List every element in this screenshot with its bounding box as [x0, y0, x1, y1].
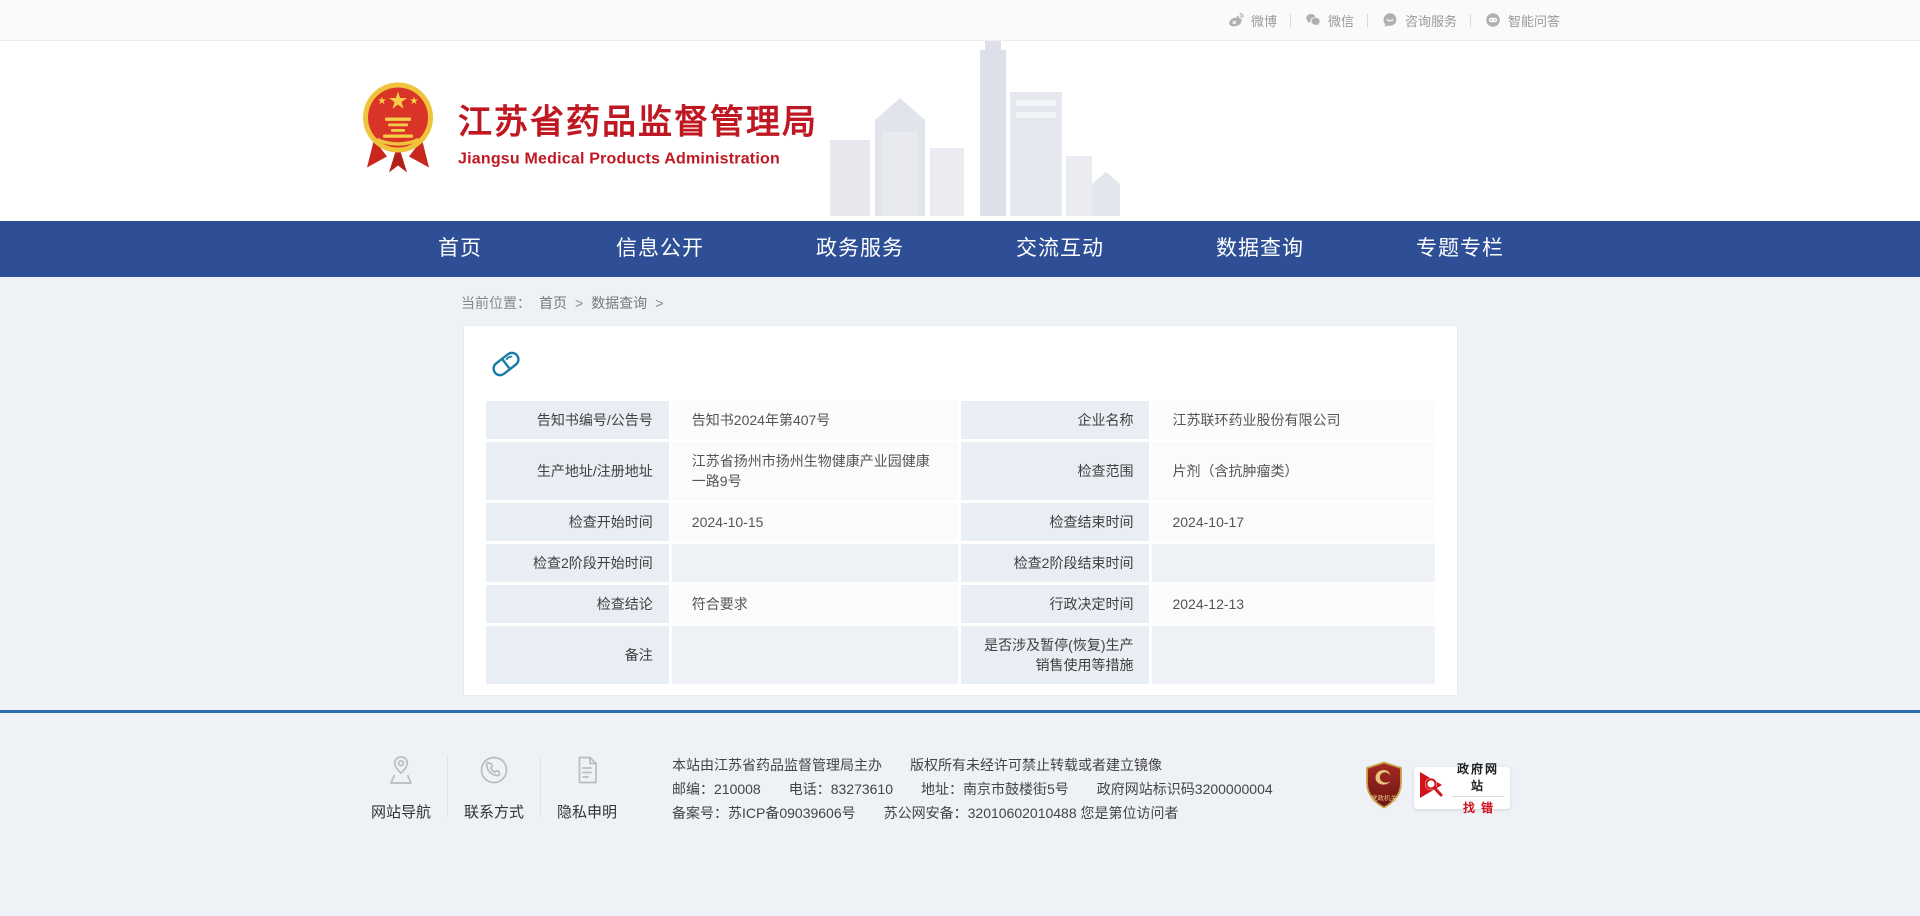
- footer-divider: [540, 755, 541, 817]
- field-value: [672, 544, 959, 582]
- qa-robot-icon: [1484, 11, 1502, 29]
- masthead: 江苏省药品监督管理局 Jiangsu Medical Products Admi…: [0, 41, 1920, 221]
- table-row: 备注 是否涉及暂停(恢复)生产销售使用等措施: [486, 626, 1435, 684]
- phone-icon: [461, 753, 527, 787]
- field-label: 生产地址/注册地址: [486, 442, 669, 500]
- field-value: 片剂（含抗肿瘤类）: [1152, 442, 1434, 500]
- footer-link-label: 联系方式: [461, 801, 527, 822]
- party-shield-label: 党政机关: [1371, 793, 1398, 802]
- footer-link-sitemap[interactable]: 网站导航: [368, 753, 434, 822]
- inspection-detail-card: 告知书编号/公告号 告知书2024年第407号 企业名称 江苏联环药业股份有限公…: [463, 325, 1458, 696]
- table-row: 检查开始时间 2024-10-15 检查结束时间 2024-10-17: [486, 503, 1435, 541]
- inspection-detail-table: 告知书编号/公告号 告知书2024年第407号 企业名称 江苏联环药业股份有限公…: [483, 398, 1438, 687]
- site-title: 江苏省药品监督管理局: [458, 94, 818, 143]
- party-gov-shield-badge[interactable]: 党政机关: [1364, 761, 1404, 814]
- gov-site-error-report-badge[interactable]: 政府网站 找错: [1414, 767, 1510, 809]
- footer-line-contact: 邮编：210008 电话：83273610 地址：南京市鼓楼街5号 政府网站标识…: [672, 777, 1273, 801]
- smart-qa-label: 智能问答: [1508, 11, 1560, 30]
- topbar: 微博 微信 咨询服务 智能问答: [0, 0, 1920, 41]
- consult-service-label: 咨询服务: [1405, 11, 1457, 30]
- breadcrumb: 当前位置： 首页 > 数据查询 >: [360, 277, 1560, 325]
- field-value: 江苏省扬州市扬州生物健康产业园健康一路9号: [672, 442, 959, 500]
- breadcrumb-data-query-link[interactable]: 数据查询: [591, 293, 647, 313]
- field-label: 检查2阶段结束时间: [961, 544, 1149, 582]
- wechat-link[interactable]: 微信: [1304, 11, 1354, 30]
- breadcrumb-separator: >: [655, 295, 663, 311]
- field-label: 检查结论: [486, 585, 669, 623]
- consult-bubble-icon: [1381, 11, 1399, 29]
- nav-item-home[interactable]: 首页: [360, 221, 560, 277]
- national-emblem-logo: [360, 80, 436, 183]
- finderr-top-label: 政府网站: [1452, 760, 1504, 797]
- main-content: 告知书编号/公告号 告知书2024年第407号 企业名称 江苏联环药业股份有限公…: [0, 325, 1920, 696]
- field-label: 检查开始时间: [486, 503, 669, 541]
- breadcrumb-prefix: 当前位置：: [461, 293, 531, 313]
- field-label: 企业名称: [961, 401, 1149, 439]
- city-skyline-watermark: [830, 41, 1120, 221]
- field-value: 江苏联环药业股份有限公司: [1152, 401, 1434, 439]
- site-subtitle: Jiangsu Medical Products Administration: [458, 150, 818, 168]
- field-label: 备注: [486, 626, 669, 684]
- field-value: 2024-10-15: [672, 503, 959, 541]
- footer-line-icp: 备案号：苏ICP备09039606号 苏公网安备：32010602010488 …: [672, 801, 1273, 825]
- site-brand[interactable]: 江苏省药品监督管理局 Jiangsu Medical Products Admi…: [360, 80, 818, 183]
- footer-line-host: 本站由江苏省药品监督管理局主办 版权所有未经许可禁止转载或者建立镜像: [672, 753, 1273, 777]
- wechat-icon: [1304, 11, 1322, 29]
- field-label: 检查2阶段开始时间: [486, 544, 669, 582]
- nav-item-info-disclosure[interactable]: 信息公开: [560, 221, 760, 277]
- table-row: 告知书编号/公告号 告知书2024年第407号 企业名称 江苏联环药业股份有限公…: [486, 401, 1435, 439]
- field-label: 检查范围: [961, 442, 1149, 500]
- footer: 网站导航 联系方式 隐私申明 本站由江苏省药品监督管理局主办 版权所有未经许可禁…: [0, 710, 1920, 825]
- footer-quick-links: 网站导航 联系方式 隐私申明: [368, 753, 620, 822]
- field-value: 2024-10-17: [1152, 503, 1434, 541]
- nav-item-data-query[interactable]: 数据查询: [1160, 221, 1360, 277]
- footer-badges: 党政机关 政府网站 找错: [1364, 761, 1510, 814]
- field-value: 2024-12-13: [1152, 585, 1434, 623]
- finderr-text: 政府网站 找错: [1452, 760, 1504, 816]
- footer-divider: [447, 755, 448, 817]
- weibo-icon: [1227, 11, 1245, 29]
- finderr-bottom-label: 找错: [1452, 797, 1504, 816]
- nav-item-special-columns[interactable]: 专题专栏: [1360, 221, 1560, 277]
- field-label: 是否涉及暂停(恢复)生产销售使用等措施: [961, 626, 1149, 684]
- smart-qa-link[interactable]: 智能问答: [1484, 11, 1560, 30]
- field-value: 符合要求: [672, 585, 959, 623]
- table-row: 检查2阶段开始时间 检查2阶段结束时间: [486, 544, 1435, 582]
- wechat-label: 微信: [1328, 11, 1354, 30]
- field-value: [672, 626, 959, 684]
- topbar-divider: [1470, 14, 1471, 27]
- footer-info-text: 本站由江苏省药品监督管理局主办 版权所有未经许可禁止转载或者建立镜像 邮编：21…: [672, 753, 1273, 825]
- weibo-link[interactable]: 微博: [1227, 11, 1277, 30]
- field-value: [1152, 626, 1434, 684]
- topbar-divider: [1367, 14, 1368, 27]
- map-pin-icon: [368, 753, 434, 787]
- brand-text: 江苏省药品监督管理局 Jiangsu Medical Products Admi…: [458, 94, 818, 168]
- finderr-magnifier-icon: [1418, 769, 1448, 806]
- nav-item-interaction[interactable]: 交流互动: [960, 221, 1160, 277]
- consult-service-link[interactable]: 咨询服务: [1381, 11, 1457, 30]
- breadcrumb-separator: >: [575, 295, 583, 311]
- weibo-label: 微博: [1251, 11, 1277, 30]
- topbar-divider: [1290, 14, 1291, 27]
- privacy-doc-icon: [554, 753, 620, 787]
- footer-link-contact[interactable]: 联系方式: [461, 753, 527, 822]
- footer-link-label: 网站导航: [368, 801, 434, 822]
- field-label: 告知书编号/公告号: [486, 401, 669, 439]
- field-value: [1152, 544, 1434, 582]
- table-row: 生产地址/注册地址 江苏省扬州市扬州生物健康产业园健康一路9号 检查范围 片剂（…: [486, 442, 1435, 500]
- breadcrumb-home-link[interactable]: 首页: [539, 293, 567, 313]
- nav-item-gov-services[interactable]: 政务服务: [760, 221, 960, 277]
- field-label: 检查结束时间: [961, 503, 1149, 541]
- field-label: 行政决定时间: [961, 585, 1149, 623]
- main-navigation: 首页 信息公开 政务服务 交流互动 数据查询 专题专栏: [0, 221, 1920, 277]
- table-row: 检查结论 符合要求 行政决定时间 2024-12-13: [486, 585, 1435, 623]
- footer-link-label: 隐私申明: [554, 801, 620, 822]
- footer-link-privacy[interactable]: 隐私申明: [554, 753, 620, 822]
- pill-capsule-icon: [487, 345, 1438, 388]
- field-value: 告知书2024年第407号: [672, 401, 959, 439]
